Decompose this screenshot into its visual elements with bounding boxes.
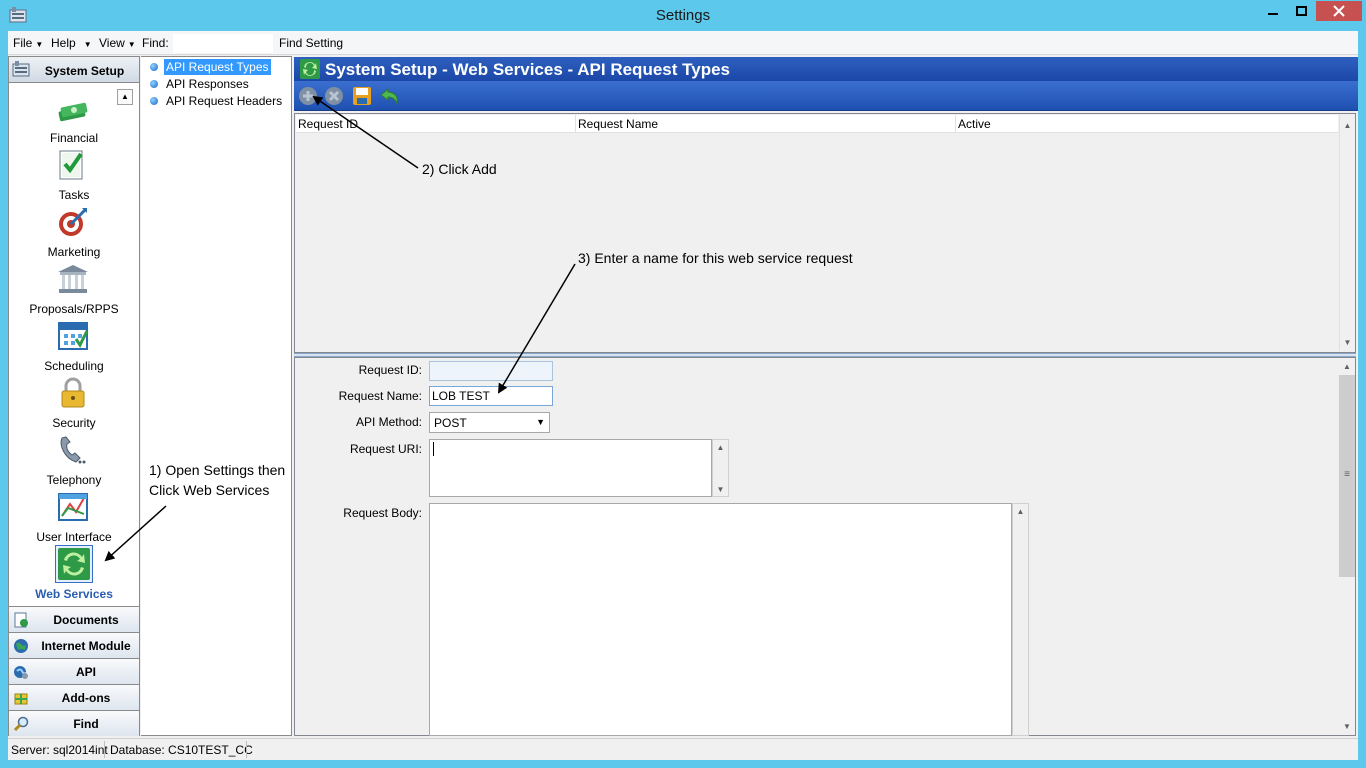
- annotation-step-2: 2) Click Add: [422, 161, 497, 177]
- annotation-arrows: [104, 95, 576, 562]
- annotation-step-3: 3) Enter a name for this web service req…: [578, 250, 853, 266]
- annotation-step-1: 1) Open Settings then Click Web Services: [149, 462, 286, 498]
